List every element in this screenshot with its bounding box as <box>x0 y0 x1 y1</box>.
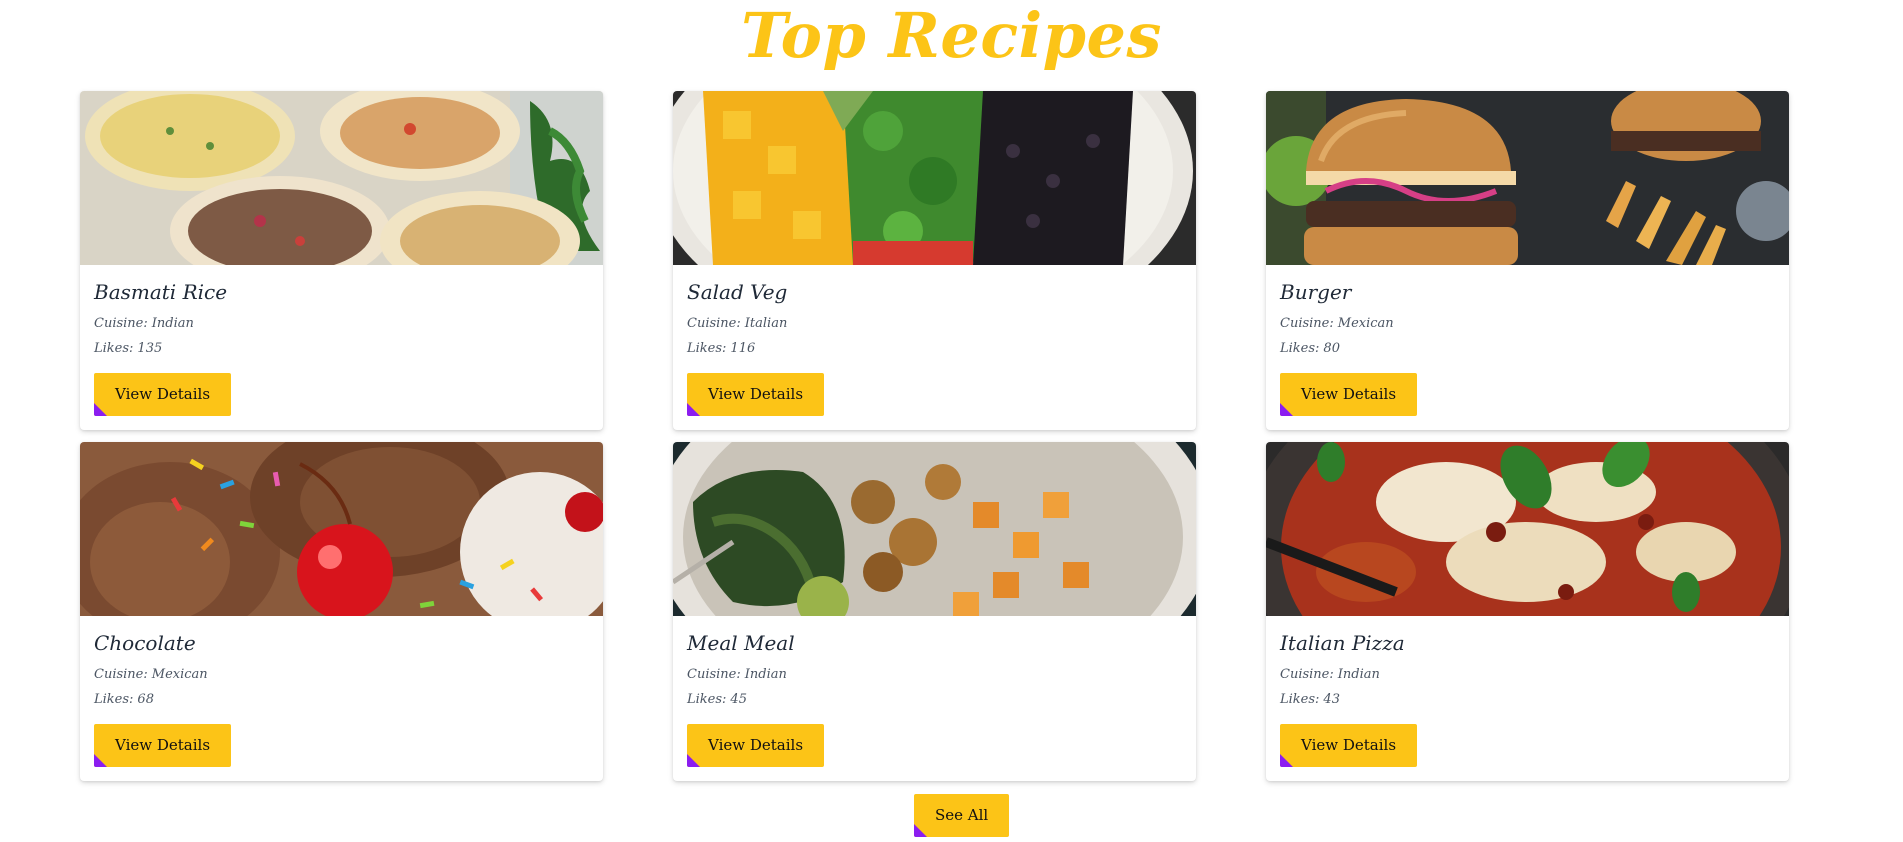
likes-value: 45 <box>730 692 747 707</box>
view-details-label: View Details <box>115 736 211 754</box>
button-corner-accent <box>687 754 700 767</box>
likes-value: 135 <box>137 341 163 356</box>
cuisine-label: Cuisine: <box>687 316 741 331</box>
view-details-button[interactable]: View Details <box>687 373 825 416</box>
likes-value: 68 <box>137 692 154 707</box>
cuisine-label: Cuisine: <box>94 316 148 331</box>
likes-label: Likes: <box>1280 341 1320 356</box>
cuisine-value: Mexican <box>1337 316 1394 331</box>
button-corner-accent <box>94 754 107 767</box>
likes-label: Likes: <box>94 692 134 707</box>
cuisine-value: Indian <box>1337 667 1380 682</box>
cuisine-label: Cuisine: <box>1280 316 1334 331</box>
likes-value: 43 <box>1323 692 1340 707</box>
view-details-button[interactable]: View Details <box>1280 373 1418 416</box>
view-details-label: View Details <box>115 385 211 403</box>
view-details-button[interactable]: View Details <box>1280 724 1418 767</box>
likes-label: Likes: <box>1280 692 1320 707</box>
see-all-button[interactable]: See All <box>914 794 1010 837</box>
page-title: Top Recipes <box>741 0 1162 72</box>
view-details-button[interactable]: View Details <box>94 373 232 416</box>
recipe-card: Italian Pizza Cuisine: Indian Likes: 43 … <box>1266 442 1789 781</box>
view-details-button[interactable]: View Details <box>687 724 825 767</box>
cuisine-label: Cuisine: <box>94 667 148 682</box>
likes-label: Likes: <box>687 341 727 356</box>
recipe-card: Basmati Rice Cuisine: Indian Likes: 135 … <box>80 91 603 430</box>
recipe-name: Italian Pizza <box>1280 631 1405 655</box>
recipe-cuisine: Cuisine: Indian <box>687 662 1182 687</box>
recipe-grid: Basmati Rice Cuisine: Indian Likes: 135 … <box>80 91 1789 781</box>
recipe-image-burger <box>1266 91 1789 265</box>
recipe-likes: Likes: 135 <box>94 336 589 361</box>
likes-label: Likes: <box>94 341 134 356</box>
recipe-card: Salad Veg Cuisine: Italian Likes: 116 Vi… <box>673 91 1196 430</box>
recipe-likes: Likes: 43 <box>1280 687 1775 712</box>
cuisine-value: Indian <box>151 316 194 331</box>
recipe-likes: Likes: 116 <box>687 336 1182 361</box>
cuisine-value: Indian <box>744 667 787 682</box>
cuisine-value: Mexican <box>151 667 208 682</box>
likes-value: 116 <box>730 341 756 356</box>
button-corner-accent <box>687 403 700 416</box>
recipe-card: Burger Cuisine: Mexican Likes: 80 View D… <box>1266 91 1789 430</box>
view-details-button[interactable]: View Details <box>94 724 232 767</box>
recipe-cuisine: Cuisine: Italian <box>687 311 1182 336</box>
recipe-image-pizza <box>1266 442 1789 616</box>
recipe-cuisine: Cuisine: Indian <box>94 311 589 336</box>
cuisine-value: Italian <box>744 316 788 331</box>
view-details-label: View Details <box>1301 736 1397 754</box>
recipe-name: Burger <box>1280 280 1352 304</box>
recipe-cuisine: Cuisine: Mexican <box>1280 311 1775 336</box>
recipe-card: Chocolate Cuisine: Mexican Likes: 68 Vie… <box>80 442 603 781</box>
recipe-cuisine: Cuisine: Indian <box>1280 662 1775 687</box>
cuisine-label: Cuisine: <box>687 667 741 682</box>
likes-label: Likes: <box>687 692 727 707</box>
recipe-name: Chocolate <box>94 631 196 655</box>
recipe-name: Meal Meal <box>687 631 795 655</box>
likes-value: 80 <box>1323 341 1340 356</box>
recipe-cuisine: Cuisine: Mexican <box>94 662 589 687</box>
recipe-image-salad-bowl <box>673 91 1196 265</box>
recipe-name: Salad Veg <box>687 280 788 304</box>
see-all-label: See All <box>935 806 989 824</box>
cuisine-label: Cuisine: <box>1280 667 1334 682</box>
recipe-name: Basmati Rice <box>94 280 228 304</box>
recipe-card: Meal Meal Cuisine: Indian Likes: 45 View… <box>673 442 1196 781</box>
button-corner-accent <box>94 403 107 416</box>
view-details-label: View Details <box>708 736 804 754</box>
button-corner-accent <box>1280 754 1293 767</box>
recipe-likes: Likes: 68 <box>94 687 589 712</box>
recipe-likes: Likes: 80 <box>1280 336 1775 361</box>
recipe-image-meal-bowl <box>673 442 1196 616</box>
view-details-label: View Details <box>1301 385 1397 403</box>
view-details-label: View Details <box>708 385 804 403</box>
recipe-image-ice-cream <box>80 442 603 616</box>
recipe-likes: Likes: 45 <box>687 687 1182 712</box>
button-corner-accent <box>914 824 927 837</box>
recipe-image-wraps <box>80 91 603 265</box>
button-corner-accent <box>1280 403 1293 416</box>
